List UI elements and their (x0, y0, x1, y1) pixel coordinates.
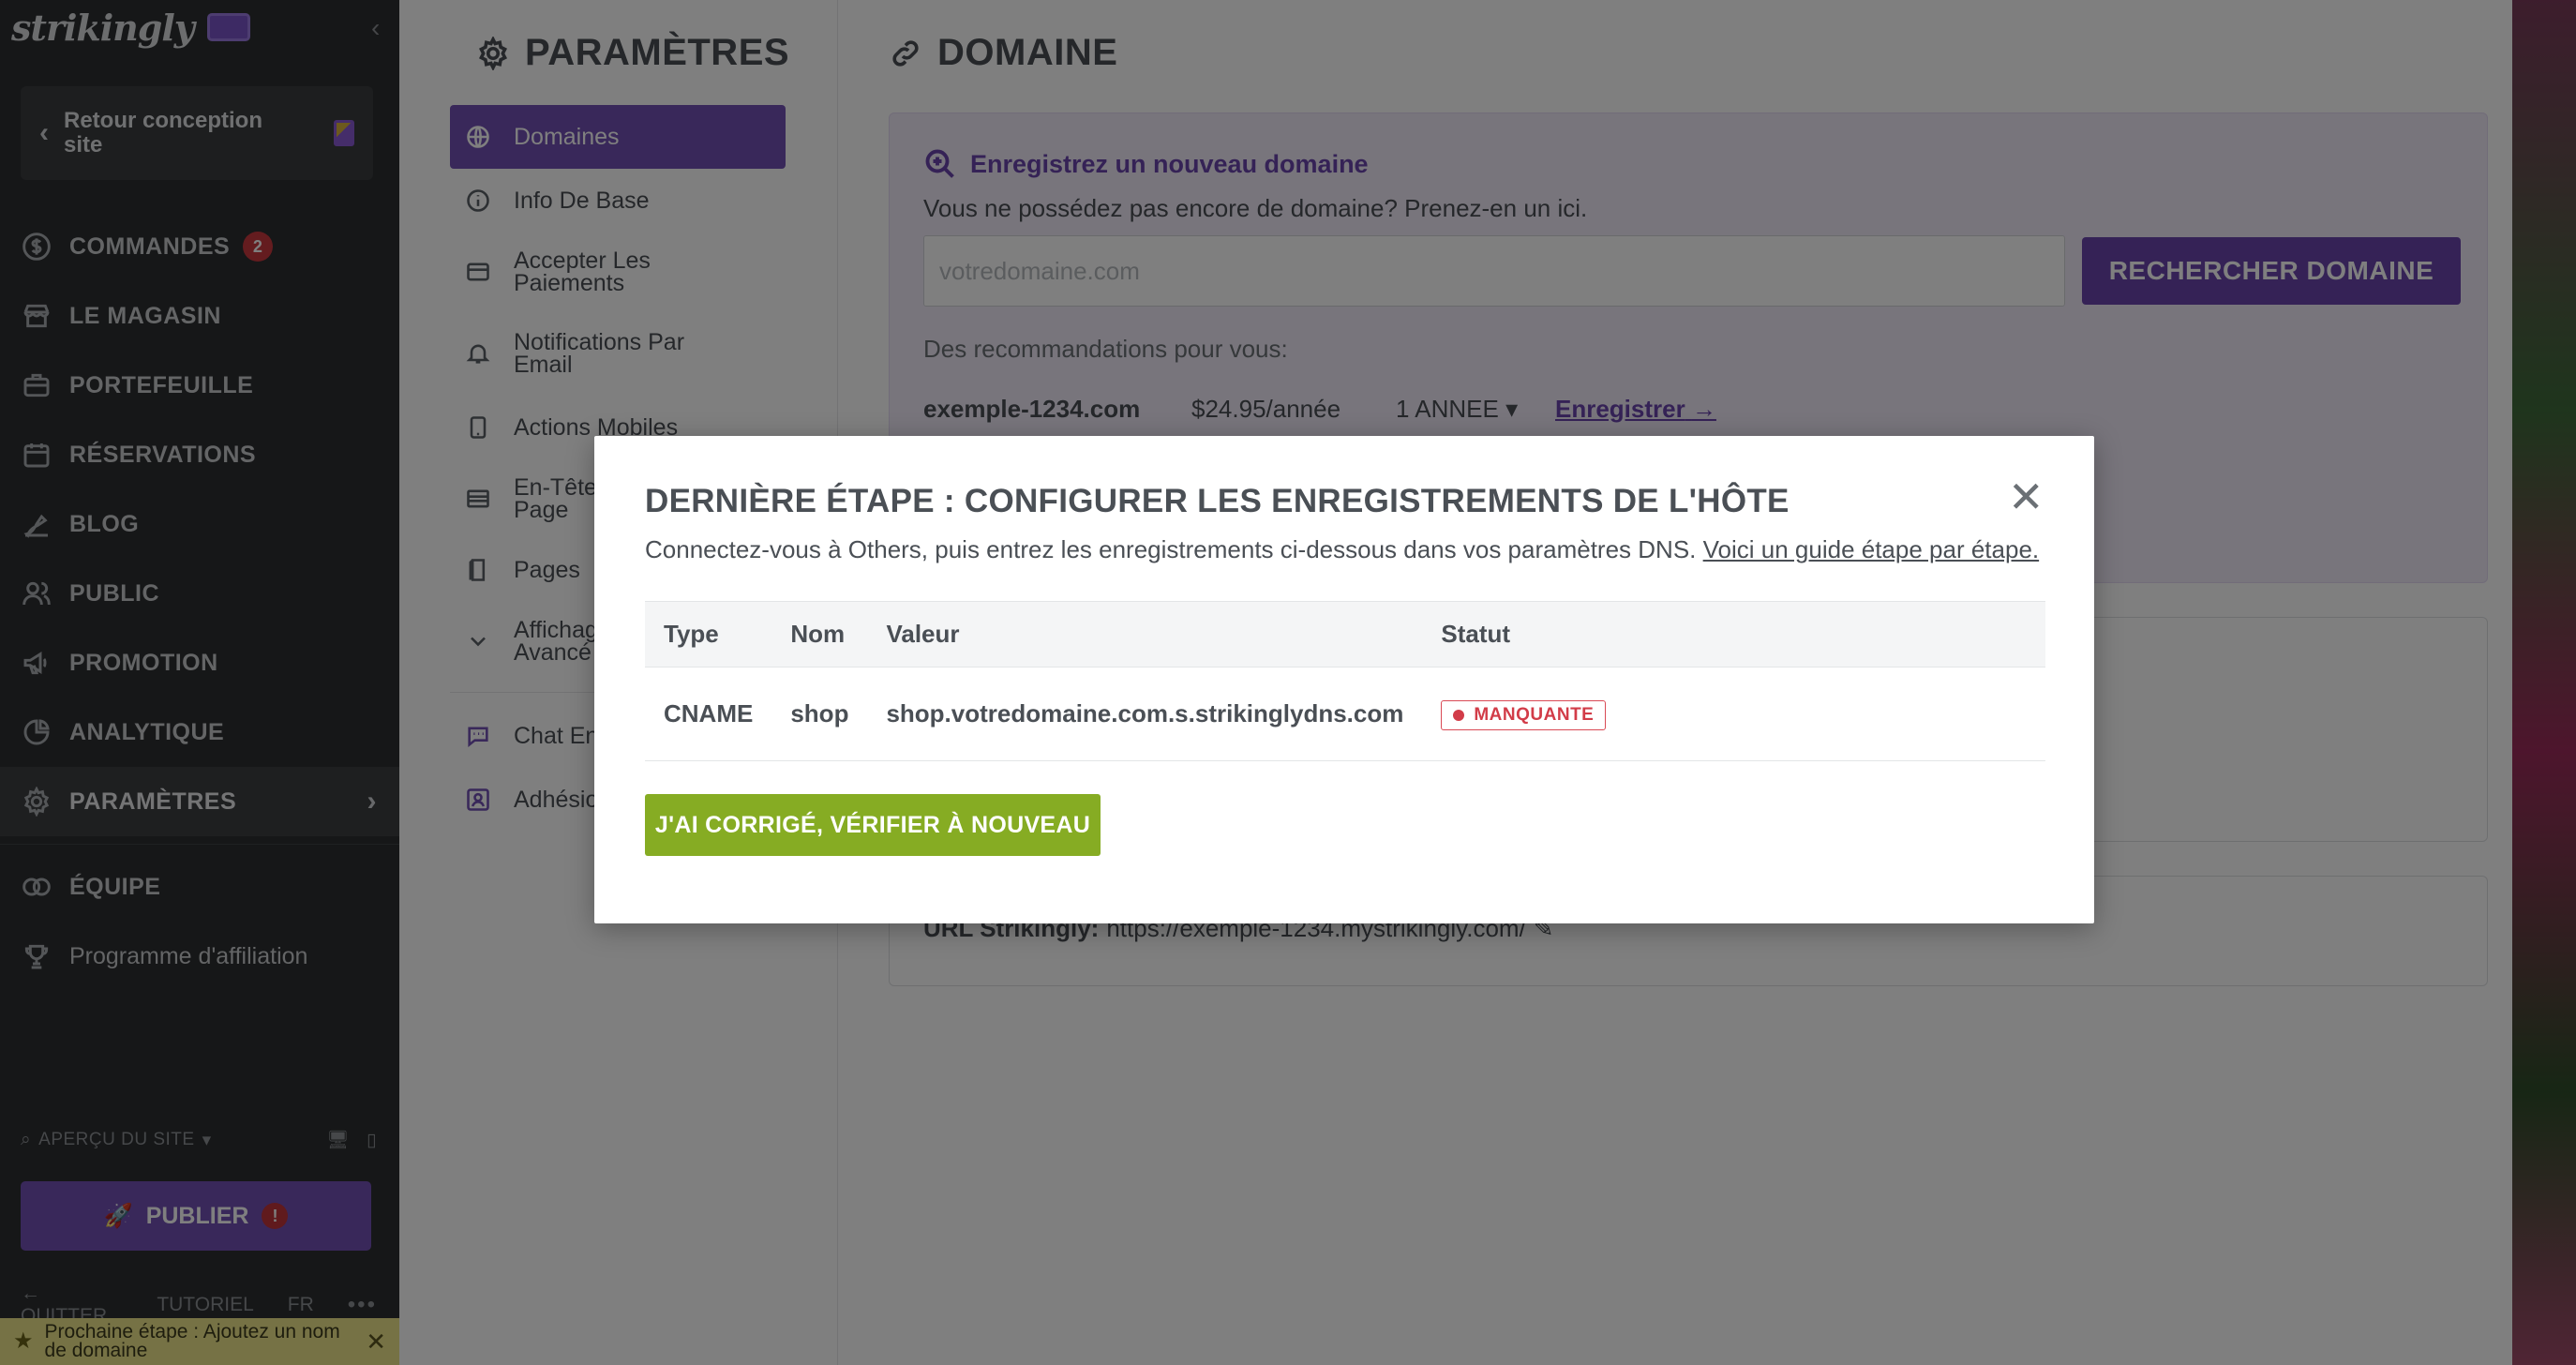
header-type: Type (645, 601, 772, 668)
status-badge: MANQUANTE (1441, 699, 1607, 730)
header-nom: Nom (771, 601, 868, 668)
cell-value: shop.votredomaine.com.s.strikinglydns.co… (867, 667, 1423, 761)
header-valeur: Valeur (867, 601, 1423, 668)
close-icon[interactable]: ✕ (2008, 475, 2044, 518)
dns-records-table: Type Nom Valeur Statut CNAME shop shop.v… (645, 601, 2045, 761)
cell-status: MANQUANTE (1422, 667, 2045, 761)
table-header-row: Type Nom Valeur Statut (645, 601, 2045, 668)
header-statut: Statut (1422, 601, 2045, 668)
modal-title: DERNIÈRE ÉTAPE : CONFIGURER LES ENREGIST… (645, 483, 1790, 519)
verify-again-button[interactable]: J'AI CORRIGÉ, VÉRIFIER À NOUVEAU (645, 794, 1101, 856)
cell-name: shop (771, 667, 868, 761)
status-dot-icon (1453, 709, 1465, 721)
guide-link[interactable]: Voici un guide étape par étape. (1703, 535, 2040, 563)
table-row: CNAME shop shop.votredomaine.com.s.strik… (645, 667, 2045, 761)
cell-type: CNAME (645, 667, 772, 761)
dns-records-modal: DERNIÈRE ÉTAPE : CONFIGURER LES ENREGIST… (594, 436, 2094, 923)
modal-description: Connectez-vous à Others, puis entrez les… (645, 535, 2040, 563)
